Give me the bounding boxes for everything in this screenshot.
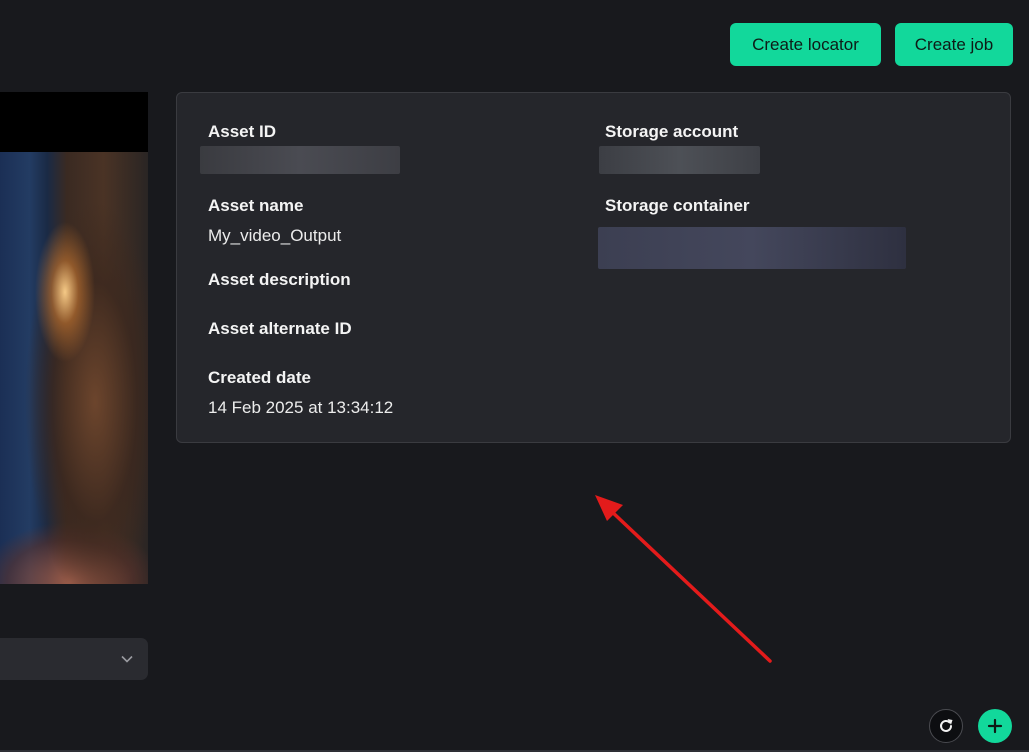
asset-alternate-id-label: Asset alternate ID	[208, 319, 352, 338]
plus-icon	[987, 718, 1003, 734]
asset-details-card: Asset ID Asset name My_video_Output Asse…	[176, 92, 1011, 443]
create-job-button[interactable]: Create job	[895, 23, 1013, 66]
refresh-icon	[940, 719, 953, 732]
storage-container-label: Storage container	[605, 196, 750, 215]
storage-account-value-redacted	[599, 146, 760, 174]
refresh-button[interactable]	[929, 709, 963, 743]
asset-id-value-redacted	[200, 146, 400, 174]
asset-id-label: Asset ID	[208, 122, 277, 141]
chevron-down-icon	[121, 655, 133, 663]
video-player[interactable]: CC	[0, 92, 148, 584]
storage-container-value-redacted	[598, 227, 906, 269]
created-date-value: 14 Feb 2025 at 13:34:12	[208, 398, 394, 417]
add-button[interactable]	[978, 709, 1012, 743]
video-frame[interactable]	[0, 152, 148, 584]
annotation-arrow	[595, 495, 772, 663]
dropdown-select[interactable]	[0, 638, 148, 680]
asset-name-label: Asset name	[208, 196, 304, 215]
created-date-label: Created date	[208, 368, 311, 387]
asset-description-label: Asset description	[208, 270, 351, 289]
asset-name-value: My_video_Output	[208, 226, 342, 245]
create-locator-button[interactable]: Create locator	[730, 23, 881, 66]
storage-account-label: Storage account	[605, 122, 739, 141]
